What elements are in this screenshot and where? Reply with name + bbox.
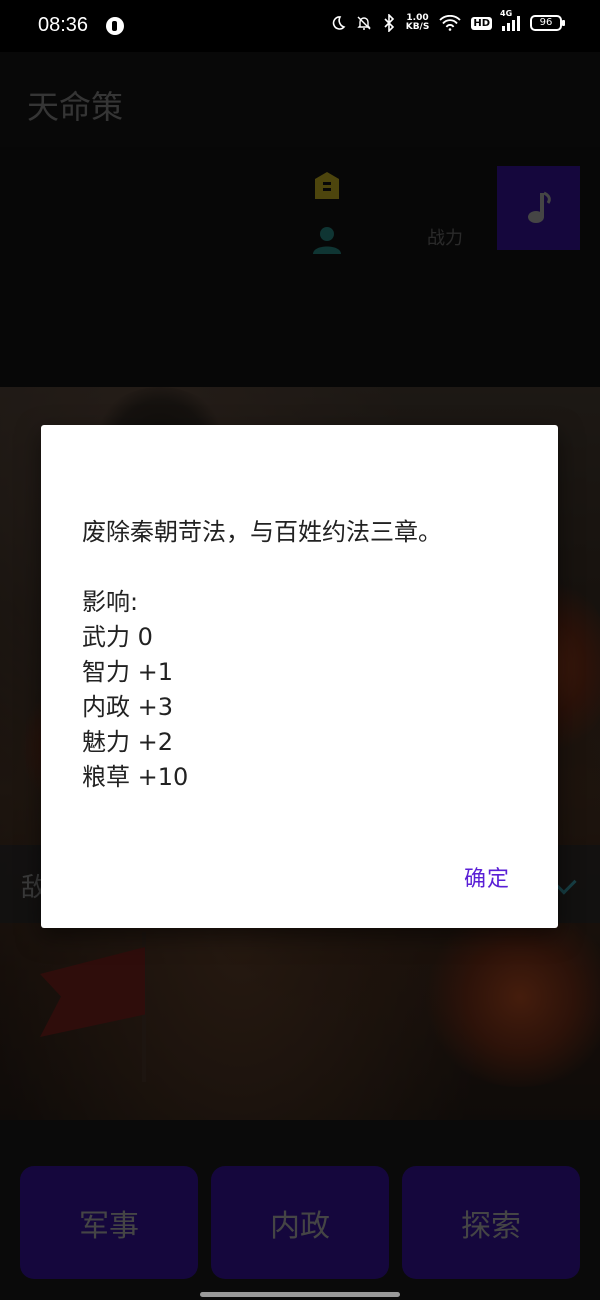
moon-icon	[332, 16, 346, 30]
effects-heading: 影响:	[82, 588, 139, 616]
bluetooth-icon	[384, 14, 394, 32]
effect-item: 粮草 +10	[82, 763, 189, 791]
mute-bell-icon	[357, 16, 371, 30]
effect-item: 武力 0	[82, 623, 153, 651]
hd-badge: HD	[471, 16, 492, 30]
signal-label: 4G	[500, 9, 513, 18]
battery-level: 96	[539, 17, 553, 28]
dialog-message: 废除秦朝苛法，与百姓约法三章。	[82, 518, 442, 546]
effect-item: 智力 +1	[82, 658, 174, 686]
dialog-body: 废除秦朝苛法，与百姓约法三章。 影响: 武力 0 智力 +1 内政 +3 魅力 …	[82, 515, 442, 795]
net-speed-unit: KB/S	[405, 22, 430, 32]
app-notification-icon	[106, 17, 124, 35]
net-speed: 1.00 KB/S	[406, 14, 430, 32]
home-indicator[interactable]	[200, 1292, 400, 1297]
wifi-icon	[439, 15, 461, 31]
status-time: 08:36	[38, 14, 89, 36]
event-result-dialog: 废除秦朝苛法，与百姓约法三章。 影响: 武力 0 智力 +1 内政 +3 魅力 …	[41, 425, 558, 928]
confirm-button[interactable]: 确定	[464, 861, 510, 893]
status-icons: 1.00 KB/S HD 4G 96	[330, 9, 565, 32]
battery-icon: 96	[530, 15, 565, 31]
effect-item: 魅力 +2	[82, 728, 174, 756]
effect-item: 内政 +3	[82, 693, 174, 721]
signal-icon: 4G	[500, 9, 520, 31]
status-bar: 08:36 1.00 KB/S HD 4G 96	[0, 0, 600, 52]
